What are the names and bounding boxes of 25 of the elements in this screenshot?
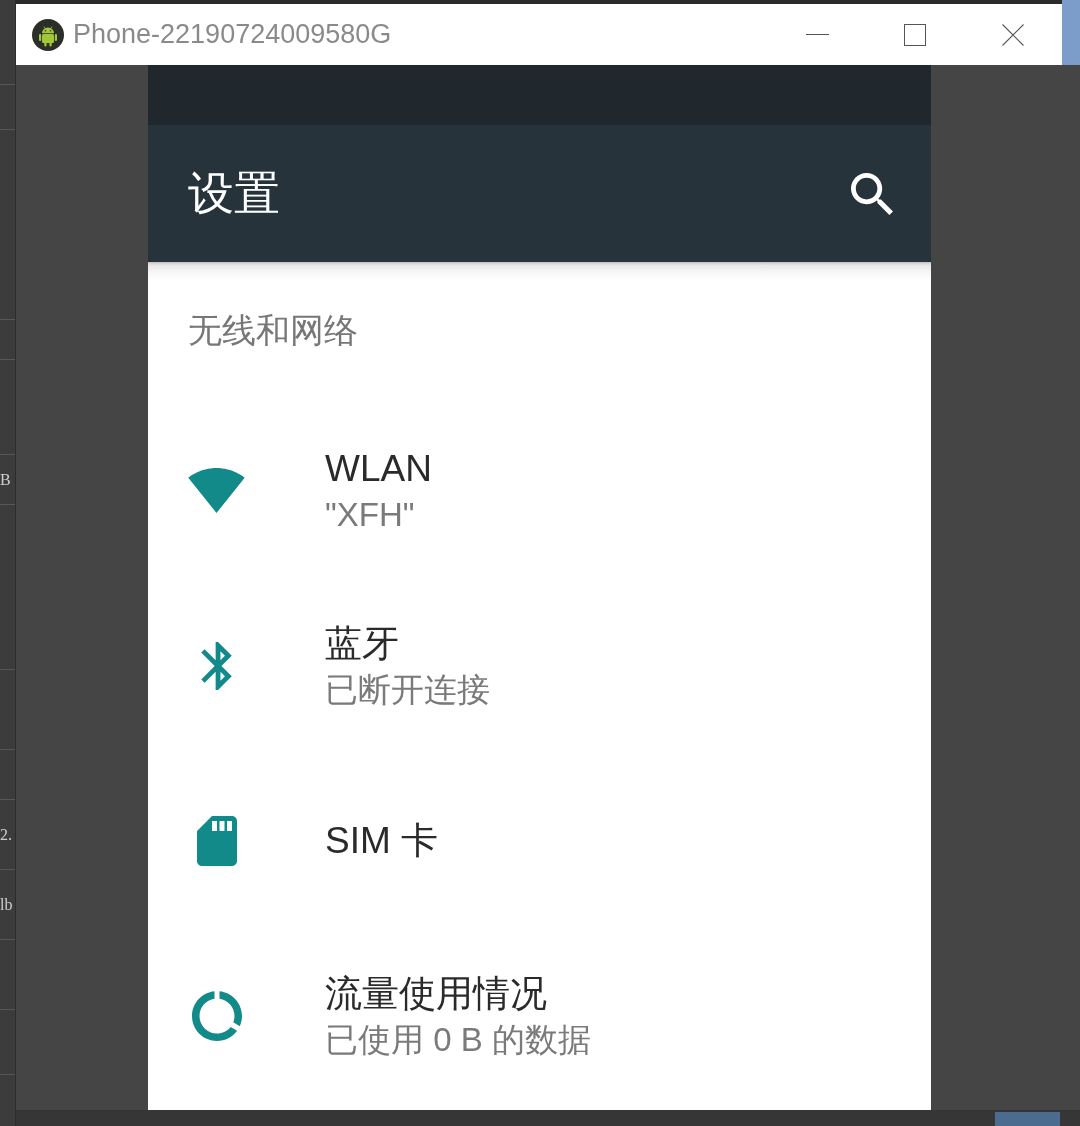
maximize-icon bbox=[904, 23, 926, 46]
cut-off-text: lb bbox=[0, 895, 13, 914]
search-button[interactable] bbox=[851, 172, 893, 215]
cut-off-text: B bbox=[0, 470, 11, 489]
ring-icon bbox=[191, 990, 242, 1041]
app-bar-title: 设置 bbox=[188, 165, 280, 221]
item-title: WLAN bbox=[325, 446, 432, 491]
item-summary: 已使用 0 B 的数据 bbox=[325, 1019, 591, 1060]
window-title: Phone-22190724009580G bbox=[73, 19, 392, 50]
item-summary: 已断开连接 bbox=[325, 669, 490, 710]
sim-card-icon bbox=[196, 815, 237, 866]
item-title: SIM 卡 bbox=[325, 818, 439, 863]
close-icon bbox=[1002, 23, 1024, 46]
minimize-icon bbox=[805, 34, 829, 35]
background-window-edge bbox=[1062, 0, 1080, 65]
robot-icon bbox=[32, 18, 64, 51]
search-icon bbox=[851, 172, 893, 215]
wifi-icon bbox=[188, 468, 245, 513]
cut-off-text: 2. bbox=[0, 825, 12, 844]
item-title: 流量使用情况 bbox=[325, 971, 547, 1016]
item-title: 蓝牙 bbox=[325, 621, 399, 666]
bluetooth-icon bbox=[201, 641, 232, 690]
section-header: 无线和网络 bbox=[188, 311, 358, 349]
item-summary: "XFH" bbox=[325, 494, 415, 535]
taskbar-tile bbox=[995, 1112, 1060, 1126]
